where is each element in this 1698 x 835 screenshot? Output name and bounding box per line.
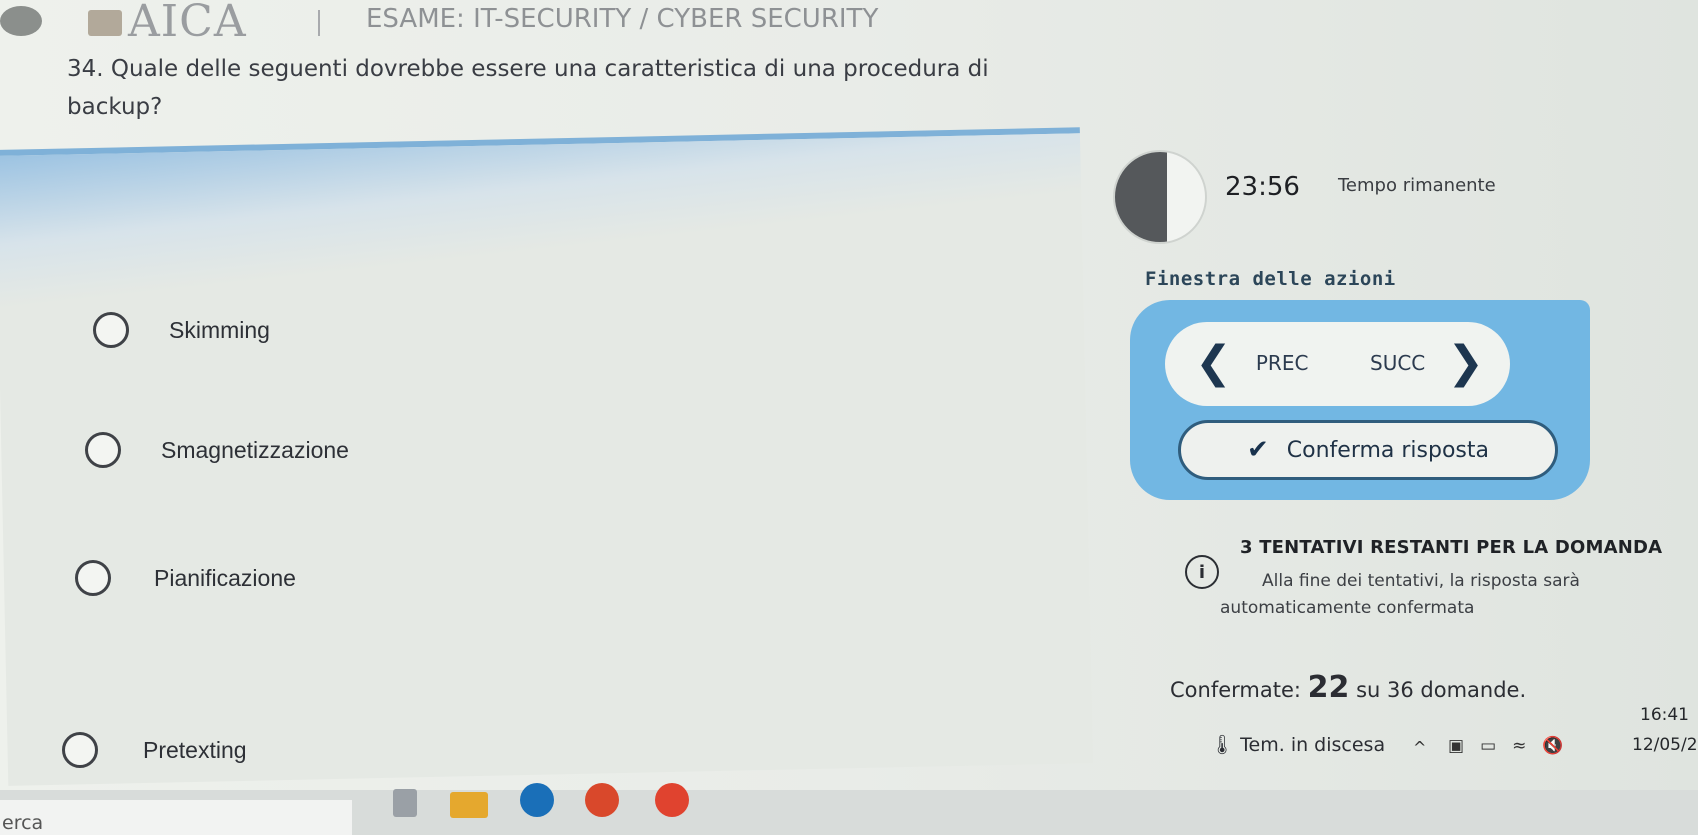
app-icon[interactable] (655, 783, 689, 817)
edge-browser-icon[interactable] (520, 783, 554, 817)
tray-expand-icon[interactable]: ^ (1413, 738, 1426, 757)
answer-option-2[interactable]: Smagnetizzazione (85, 432, 349, 468)
radio-button[interactable] (75, 560, 111, 596)
aica-logo: AICA (128, 0, 247, 47)
answers-panel-accent (0, 133, 1084, 316)
file-explorer-icon[interactable] (450, 792, 488, 818)
attempts-remaining-title: 3 TENTATIVI RESTANTI PER LA DOMANDA (1240, 537, 1663, 558)
next-button[interactable]: SUCC ❯ (1370, 337, 1485, 388)
answer-label: Smagnetizzazione (161, 436, 349, 463)
clock-date[interactable]: 12/05/202 (1632, 735, 1698, 755)
onedrive-icon[interactable]: ▣ (1448, 736, 1480, 756)
aica-logo-icon (88, 10, 122, 36)
info-icon: i (1185, 555, 1219, 589)
answer-option-1[interactable]: Skimming (93, 312, 270, 348)
exam-title: ESAME: IT-SECURITY / CYBER SECURITY (366, 4, 879, 34)
search-text: erca (2, 812, 44, 834)
confirmed-prefix: Confermate: (1170, 678, 1301, 702)
timer-value: 23:56 (1225, 172, 1300, 202)
weather-widget[interactable]: 🌡 Tem. in discesa (1210, 733, 1385, 756)
next-label: SUCC (1370, 351, 1426, 375)
radio-button[interactable] (93, 312, 129, 348)
attempts-note-line1: Alla fine dei tentativi, la risposta sar… (1262, 571, 1580, 591)
task-view-icon[interactable] (393, 789, 417, 817)
answer-option-3[interactable]: Pianificazione (75, 560, 296, 596)
answer-label: Skimming (169, 316, 270, 343)
confirmed-progress: Confermate: 22 su 36 domande. (1170, 670, 1526, 705)
confirmed-count: 22 (1307, 670, 1350, 705)
prev-button[interactable]: ❮ PREC (1195, 337, 1309, 388)
confirm-answer-button[interactable]: ✔ Conferma risposta (1178, 420, 1558, 480)
clock-time[interactable]: 16:41 (1640, 705, 1689, 725)
timer-pie-chart (1113, 150, 1207, 244)
answer-label: Pianificazione (154, 564, 296, 591)
answer-option-4[interactable]: Pretexting (62, 732, 247, 768)
radio-button[interactable] (85, 432, 121, 468)
chevron-left-icon: ❮ (1195, 337, 1232, 388)
question-text: 34. Quale delle seguenti dovrebbe essere… (67, 56, 989, 120)
speaker-muted-icon[interactable]: 🔇 (1542, 736, 1579, 756)
window-control-icon[interactable] (0, 6, 42, 36)
confirmed-suffix: su 36 domande. (1356, 678, 1527, 702)
radio-button[interactable] (62, 732, 98, 768)
answer-label: Pretexting (143, 736, 247, 763)
screen: AICA ESAME: IT-SECURITY / CYBER SECURITY… (0, 0, 1698, 835)
chrome-browser-icon[interactable] (585, 783, 619, 817)
taskbar-search[interactable]: erca (0, 800, 352, 835)
checkmark-icon: ✔ (1246, 435, 1269, 465)
header: AICA ESAME: IT-SECURITY / CYBER SECURITY (0, 0, 1698, 47)
system-tray-icons[interactable]: ▣▭≈🔇 (1448, 736, 1580, 756)
chevron-right-icon: ❯ (1447, 337, 1485, 388)
prev-label: PREC (1255, 351, 1309, 375)
battery-icon[interactable]: ▭ (1480, 736, 1512, 756)
weather-text: Tem. in discesa (1240, 734, 1386, 756)
actions-title: Finestra delle azioni (1145, 268, 1396, 290)
confirm-label: Conferma risposta (1286, 437, 1490, 463)
wifi-icon[interactable]: ≈ (1512, 736, 1542, 756)
timer-label: Tempo rimanente (1338, 175, 1496, 196)
thermometer-icon: 🌡 (1210, 734, 1235, 756)
attempts-note-line2: automaticamente confermata (1220, 598, 1475, 618)
header-divider (318, 10, 320, 36)
